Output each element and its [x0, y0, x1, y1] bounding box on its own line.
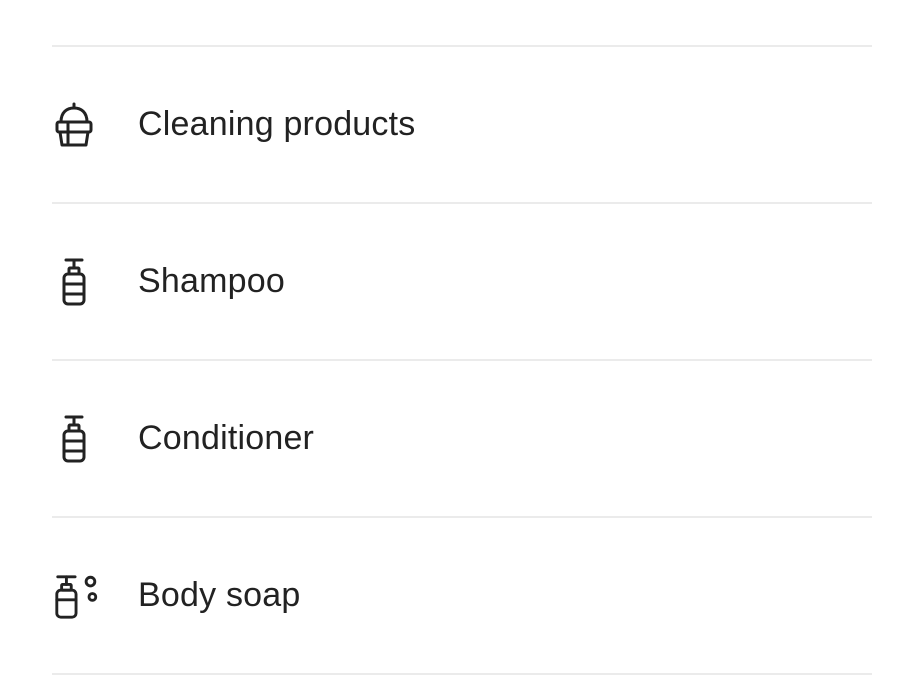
amenities-list: Cleaning products Shampoo Conditioner Bo…: [52, 45, 872, 675]
item-label: Conditioner: [138, 419, 315, 457]
divider: [52, 673, 872, 675]
item-label: Cleaning products: [138, 105, 416, 143]
list-item-shampoo: Shampoo: [52, 204, 872, 359]
shampoo-bottle-icon: [52, 257, 102, 307]
item-label: Body soap: [138, 576, 301, 614]
list-item-cleaning-products: Cleaning products: [52, 47, 872, 202]
item-label: Shampoo: [138, 262, 285, 300]
body-soap-icon: [52, 571, 102, 621]
list-item-body-soap: Body soap: [52, 518, 872, 673]
list-item-conditioner: Conditioner: [52, 361, 872, 516]
cleaning-products-icon: [52, 100, 102, 150]
conditioner-bottle-icon: [52, 414, 102, 464]
